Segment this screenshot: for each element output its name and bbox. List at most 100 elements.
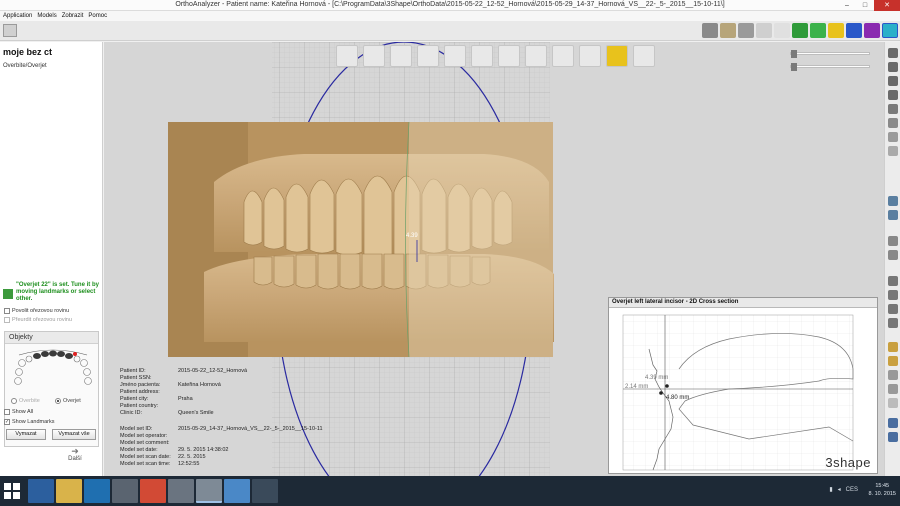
view-icon[interactable]	[738, 23, 754, 38]
slider-knob[interactable]	[791, 50, 797, 58]
arch-points-icon[interactable]	[579, 45, 601, 67]
next-button[interactable]: ➜ Další	[64, 447, 86, 463]
view-iso-icon[interactable]	[888, 132, 898, 142]
maxilla-icon[interactable]	[888, 196, 898, 206]
layout-icon[interactable]	[702, 23, 718, 38]
tooth-green2-icon[interactable]	[810, 23, 826, 38]
checkbox-box-checked[interactable]: ✓	[4, 419, 10, 425]
tooth-profile-icon[interactable]	[417, 45, 439, 67]
cylinder-icon[interactable]	[525, 45, 547, 67]
arch-icon[interactable]	[552, 45, 574, 67]
pin-icon[interactable]	[606, 45, 628, 67]
cross-section-panel[interactable]: Overjet left lateral incisor - 2D Cross …	[608, 297, 878, 474]
radio-circle[interactable]	[11, 398, 17, 404]
snapshot-icon[interactable]	[888, 304, 898, 314]
printer-icon[interactable]	[633, 45, 655, 67]
export-icon[interactable]	[888, 318, 898, 328]
internet-explorer-icon[interactable]	[28, 479, 54, 503]
annotate-icon[interactable]	[888, 432, 898, 442]
allow-cut-checkbox[interactable]: Povolit ořezovou rovinu	[4, 308, 69, 314]
layer-icon[interactable]	[888, 236, 898, 246]
spacer-icon	[774, 23, 790, 38]
dental-arch-diagram[interactable]	[13, 347, 93, 392]
clock[interactable]: 15:45 8. 10. 2015	[868, 482, 896, 498]
volume-icon[interactable]: ◂	[838, 486, 841, 493]
camera-app-icon[interactable]	[112, 479, 138, 503]
teamviewer-icon[interactable]	[84, 479, 110, 503]
lower-opacity-slider[interactable]	[790, 63, 870, 71]
ruler-icon[interactable]	[471, 45, 493, 67]
layer2-icon[interactable]	[888, 250, 898, 260]
radio-overbite[interactable]: Overbite	[11, 398, 40, 404]
checkbox-box[interactable]	[4, 409, 10, 415]
3d-viewport[interactable]: 4.39 Patient ID: 2015-05-22_12-52_Hornová…	[104, 42, 884, 476]
cross-section-plot[interactable]: 4.39 mm 2.14 mm 4.80 mm	[609, 309, 877, 474]
ok-icon	[3, 289, 13, 299]
tooth-toggle2-icon[interactable]	[888, 356, 898, 366]
tooth-yellow-icon[interactable]	[828, 23, 844, 38]
orthoanalyzer-taskbar-icon[interactable]	[196, 479, 222, 503]
maximize-button[interactable]: □	[856, 0, 874, 11]
minimize-button[interactable]: –	[838, 0, 856, 11]
monitor-app-icon[interactable]	[252, 479, 278, 503]
media-app-icon[interactable]	[168, 479, 194, 503]
checkbox-box[interactable]	[4, 317, 10, 323]
show-landmarks-checkbox[interactable]: ✓ Show Landmarks	[4, 419, 55, 425]
copy-icon[interactable]	[888, 370, 898, 380]
show-cut-checkbox[interactable]: Přeurdit ořezovou rovinu	[4, 317, 72, 323]
tooth-purple-icon[interactable]	[864, 23, 880, 38]
view-front-icon[interactable]	[888, 48, 898, 58]
status-message: "Overjet 22" is set. Tune it by moving l…	[3, 282, 101, 303]
close-button[interactable]: ✕	[874, 0, 900, 11]
radio-circle[interactable]	[55, 398, 61, 404]
patient-info: Patient ID: 2015-05-22_12-52_Hornová Pati…	[120, 368, 247, 417]
grid-icon[interactable]	[756, 23, 772, 38]
model-icon[interactable]	[720, 23, 736, 38]
image-icon[interactable]	[390, 45, 412, 67]
radio-overjet[interactable]: Overjet	[55, 398, 81, 404]
grid-toggle-icon[interactable]	[888, 276, 898, 286]
tooth-active-icon[interactable]	[882, 23, 898, 38]
tooth-outline-icon[interactable]	[444, 45, 466, 67]
view-top-icon[interactable]	[888, 104, 898, 114]
system-tray: ▮ ◂ CES	[829, 486, 858, 494]
file-explorer-icon[interactable]	[56, 479, 82, 503]
info-label: Patient ID:	[120, 368, 146, 374]
lang-indicator[interactable]: CES	[846, 487, 858, 493]
upper-opacity-slider[interactable]	[790, 50, 870, 58]
network-icon[interactable]: ▮	[829, 486, 832, 493]
menu-zobrazit[interactable]: Zobrazit	[62, 13, 84, 19]
menu-bar: Application Models Zobrazit Pomoc	[0, 11, 900, 21]
clear-button[interactable]: Vymazat	[6, 429, 46, 440]
clear-all-button[interactable]: Vymazat vše	[52, 429, 96, 440]
measure-icon[interactable]	[888, 418, 898, 428]
ruler-toggle-icon[interactable]	[888, 290, 898, 300]
mandible-icon[interactable]	[888, 210, 898, 220]
view-right-icon[interactable]	[888, 90, 898, 100]
angle-icon[interactable]	[498, 45, 520, 67]
quick-access-button[interactable]	[3, 24, 17, 37]
show-all-label: Show All	[12, 409, 34, 415]
slider-knob[interactable]	[791, 63, 797, 71]
menu-pomoc[interactable]: Pomoc	[88, 13, 107, 19]
menu-application[interactable]: Application	[3, 13, 32, 19]
paste-icon[interactable]	[888, 384, 898, 394]
tooth-green-icon[interactable]	[792, 23, 808, 38]
show-all-checkbox[interactable]: Show All	[4, 409, 33, 415]
reset-view-icon[interactable]	[888, 146, 898, 156]
rotate-icon[interactable]	[336, 45, 358, 67]
chrome-icon[interactable]	[140, 479, 166, 503]
view-left-icon[interactable]	[888, 76, 898, 86]
windows-start-icon[interactable]	[4, 483, 20, 499]
view-back-icon[interactable]	[888, 62, 898, 72]
checkbox-box[interactable]	[4, 308, 10, 314]
view-bottom-icon[interactable]	[888, 118, 898, 128]
remote-desktop-icon[interactable]	[224, 479, 250, 503]
panel-title: moje bez ct	[3, 47, 53, 57]
tooth-blue-icon[interactable]	[846, 23, 862, 38]
menu-models[interactable]: Models	[37, 13, 56, 19]
tooth-toggle-icon[interactable]	[888, 342, 898, 352]
transparency-icon[interactable]	[888, 398, 898, 408]
axis-icon[interactable]	[363, 45, 385, 67]
toolbar-right-group	[702, 23, 898, 38]
